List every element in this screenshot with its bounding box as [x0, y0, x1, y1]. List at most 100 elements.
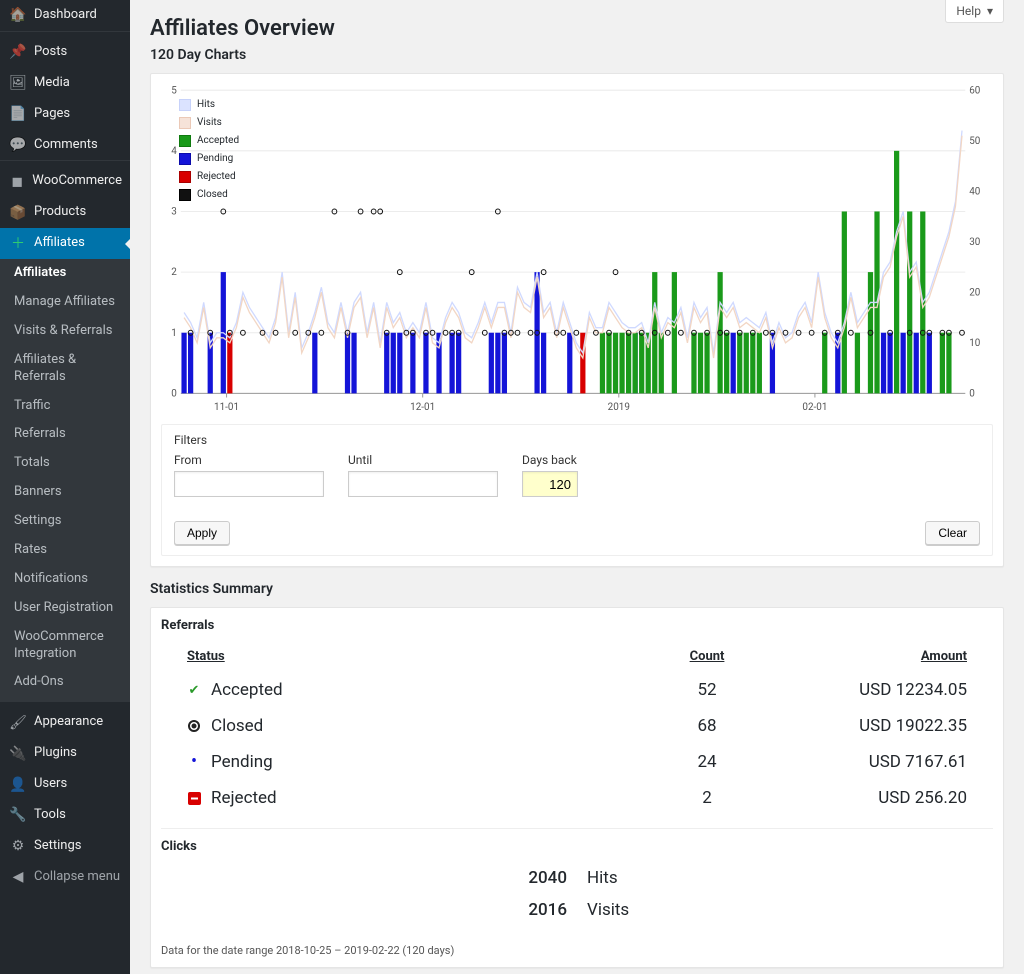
- table-row: • Pending 24 USD 7167.61: [187, 744, 967, 780]
- count-value: 2: [647, 788, 767, 808]
- stats-card: Referrals Status Count Amount ✔ Accepted…: [150, 607, 1004, 968]
- svg-text:4: 4: [171, 146, 177, 157]
- sidebar-item-products[interactable]: 📦 Products: [0, 197, 130, 228]
- svg-text:1: 1: [171, 328, 177, 339]
- sidebar-item-label: Media: [34, 75, 70, 92]
- help-tab[interactable]: Help ▾: [945, 0, 1004, 23]
- referrals-table: Status Count Amount ✔ Accepted 52 USD 12…: [187, 641, 967, 816]
- submenu-affiliates-referrals[interactable]: Affiliates & Referrals: [0, 346, 130, 392]
- daysback-label: Days back: [522, 453, 578, 467]
- settings-icon: ⚙: [10, 838, 26, 854]
- sidebar-item-media[interactable]: 🖼 Media: [0, 68, 130, 99]
- woocommerce-icon: ◼: [10, 174, 24, 190]
- amount-value: USD 256.20: [767, 788, 967, 808]
- sidebar-item-label: Collapse menu: [34, 869, 120, 886]
- sidebar-item-label: Tools: [34, 807, 66, 824]
- referrals-heading: Referrals: [161, 618, 993, 633]
- clicks-heading: Clicks: [161, 839, 993, 854]
- from-label: From: [174, 453, 324, 467]
- sidebar-item-pages[interactable]: 📄 Pages: [0, 99, 130, 130]
- sidebar-item-settings[interactable]: ⚙ Settings: [0, 831, 130, 862]
- clicks-value: 2040: [377, 868, 567, 888]
- status-label: Accepted: [211, 680, 283, 700]
- radio-closed-icon: [187, 719, 201, 733]
- svg-text:12-01: 12-01: [410, 402, 435, 413]
- appearance-icon: 🖌: [10, 715, 26, 731]
- clear-button[interactable]: Clear: [925, 521, 980, 545]
- sidebar-item-plugins[interactable]: 🔌 Plugins: [0, 738, 130, 769]
- date-range-footnote: Data for the date range 2018-10-25 – 201…: [161, 944, 993, 957]
- affiliates-submenu: Affiliates Manage Affiliates Visits & Re…: [0, 259, 130, 701]
- page-title: Affiliates Overview: [150, 16, 1004, 41]
- submenu-banners[interactable]: Banners: [0, 478, 130, 507]
- tools-icon: 🔧: [10, 807, 26, 823]
- table-row: Closed 68 USD 19022.35: [187, 708, 967, 744]
- help-label: Help: [956, 4, 981, 18]
- sidebar-item-affiliates[interactable]: ＋ Affiliates: [0, 228, 130, 259]
- submenu-totals[interactable]: Totals: [0, 449, 130, 478]
- pages-icon: 📄: [10, 106, 26, 122]
- svg-text:10: 10: [969, 338, 980, 349]
- dashboard-icon: 🏠: [10, 7, 26, 23]
- svg-text:20: 20: [969, 287, 980, 298]
- submenu-manage-affiliates[interactable]: Manage Affiliates: [0, 288, 130, 317]
- sidebar-item-appearance[interactable]: 🖌 Appearance: [0, 707, 130, 738]
- sidebar-item-woocommerce[interactable]: ◼ WooCommerce: [0, 166, 130, 197]
- sidebar-item-label: Posts: [34, 44, 67, 61]
- from-input[interactable]: [174, 471, 324, 497]
- sidebar-item-label: Dashboard: [34, 7, 97, 24]
- admin-sidebar: 🏠 Dashboard 📌 Posts 🖼 Media 📄 Pages 💬 Co…: [0, 0, 130, 974]
- users-icon: 👤: [10, 777, 26, 793]
- media-icon: 🖼: [10, 75, 26, 91]
- amount-value: USD 19022.35: [767, 716, 967, 736]
- status-label: Rejected: [211, 788, 277, 808]
- sidebar-item-users[interactable]: 👤 Users: [0, 769, 130, 800]
- submenu-settings[interactable]: Settings: [0, 507, 130, 536]
- products-icon: 📦: [10, 205, 26, 221]
- plugins-icon: 🔌: [10, 746, 26, 762]
- submenu-user-registration[interactable]: User Registration: [0, 594, 130, 623]
- dot-pending-icon: •: [187, 755, 201, 769]
- col-amount: Amount: [767, 649, 967, 664]
- chart-title: 120 Day Charts: [150, 47, 1004, 63]
- sidebar-item-dashboard[interactable]: 🏠 Dashboard: [0, 0, 130, 31]
- sidebar-item-label: Settings: [34, 838, 81, 855]
- amount-value: USD 12234.05: [767, 680, 967, 700]
- submenu-visits-referrals[interactable]: Visits & Referrals: [0, 317, 130, 346]
- sidebar-item-tools[interactable]: 🔧 Tools: [0, 800, 130, 831]
- legend-swatch-hits: [179, 99, 191, 111]
- clicks-label: Visits: [587, 900, 777, 920]
- sidebar-item-label: Plugins: [34, 745, 77, 762]
- legend-swatch-closed: [179, 189, 191, 201]
- collapse-icon: ◀: [10, 869, 26, 885]
- legend-label: Hits: [197, 100, 215, 110]
- sidebar-item-label: Affiliates: [34, 235, 85, 252]
- status-label: Pending: [211, 752, 273, 772]
- legend-swatch-pending: [179, 153, 191, 165]
- submenu-traffic[interactable]: Traffic: [0, 392, 130, 421]
- svg-text:60: 60: [969, 85, 980, 96]
- legend-swatch-rejected: [179, 171, 191, 183]
- svg-text:30: 30: [969, 237, 980, 248]
- col-count: Count: [647, 649, 767, 664]
- apply-button[interactable]: Apply: [174, 521, 230, 545]
- until-label: Until: [348, 453, 498, 467]
- comments-icon: 💬: [10, 137, 26, 153]
- sidebar-item-label: Users: [34, 776, 67, 793]
- submenu-notifications[interactable]: Notifications: [0, 565, 130, 594]
- submenu-woocommerce-integration[interactable]: WooCommerce Integration: [0, 623, 130, 669]
- submenu-affiliates[interactable]: Affiliates: [0, 259, 130, 288]
- rejected-icon: [187, 791, 201, 805]
- submenu-rates[interactable]: Rates: [0, 536, 130, 565]
- sidebar-item-comments[interactable]: 💬 Comments: [0, 130, 130, 161]
- collapse-menu[interactable]: ◀ Collapse menu: [0, 862, 130, 893]
- until-input[interactable]: [348, 471, 498, 497]
- referrals-chart: Hits Visits Accepted Pending Rejected Cl…: [161, 84, 993, 414]
- sidebar-item-posts[interactable]: 📌 Posts: [0, 37, 130, 68]
- submenu-addons[interactable]: Add-Ons: [0, 668, 130, 697]
- clicks-value: 2016: [377, 900, 567, 920]
- main-content: Help ▾ Affiliates Overview 120 Day Chart…: [130, 0, 1024, 974]
- svg-text:0: 0: [969, 388, 975, 399]
- daysback-input[interactable]: [522, 471, 578, 497]
- submenu-referrals[interactable]: Referrals: [0, 420, 130, 449]
